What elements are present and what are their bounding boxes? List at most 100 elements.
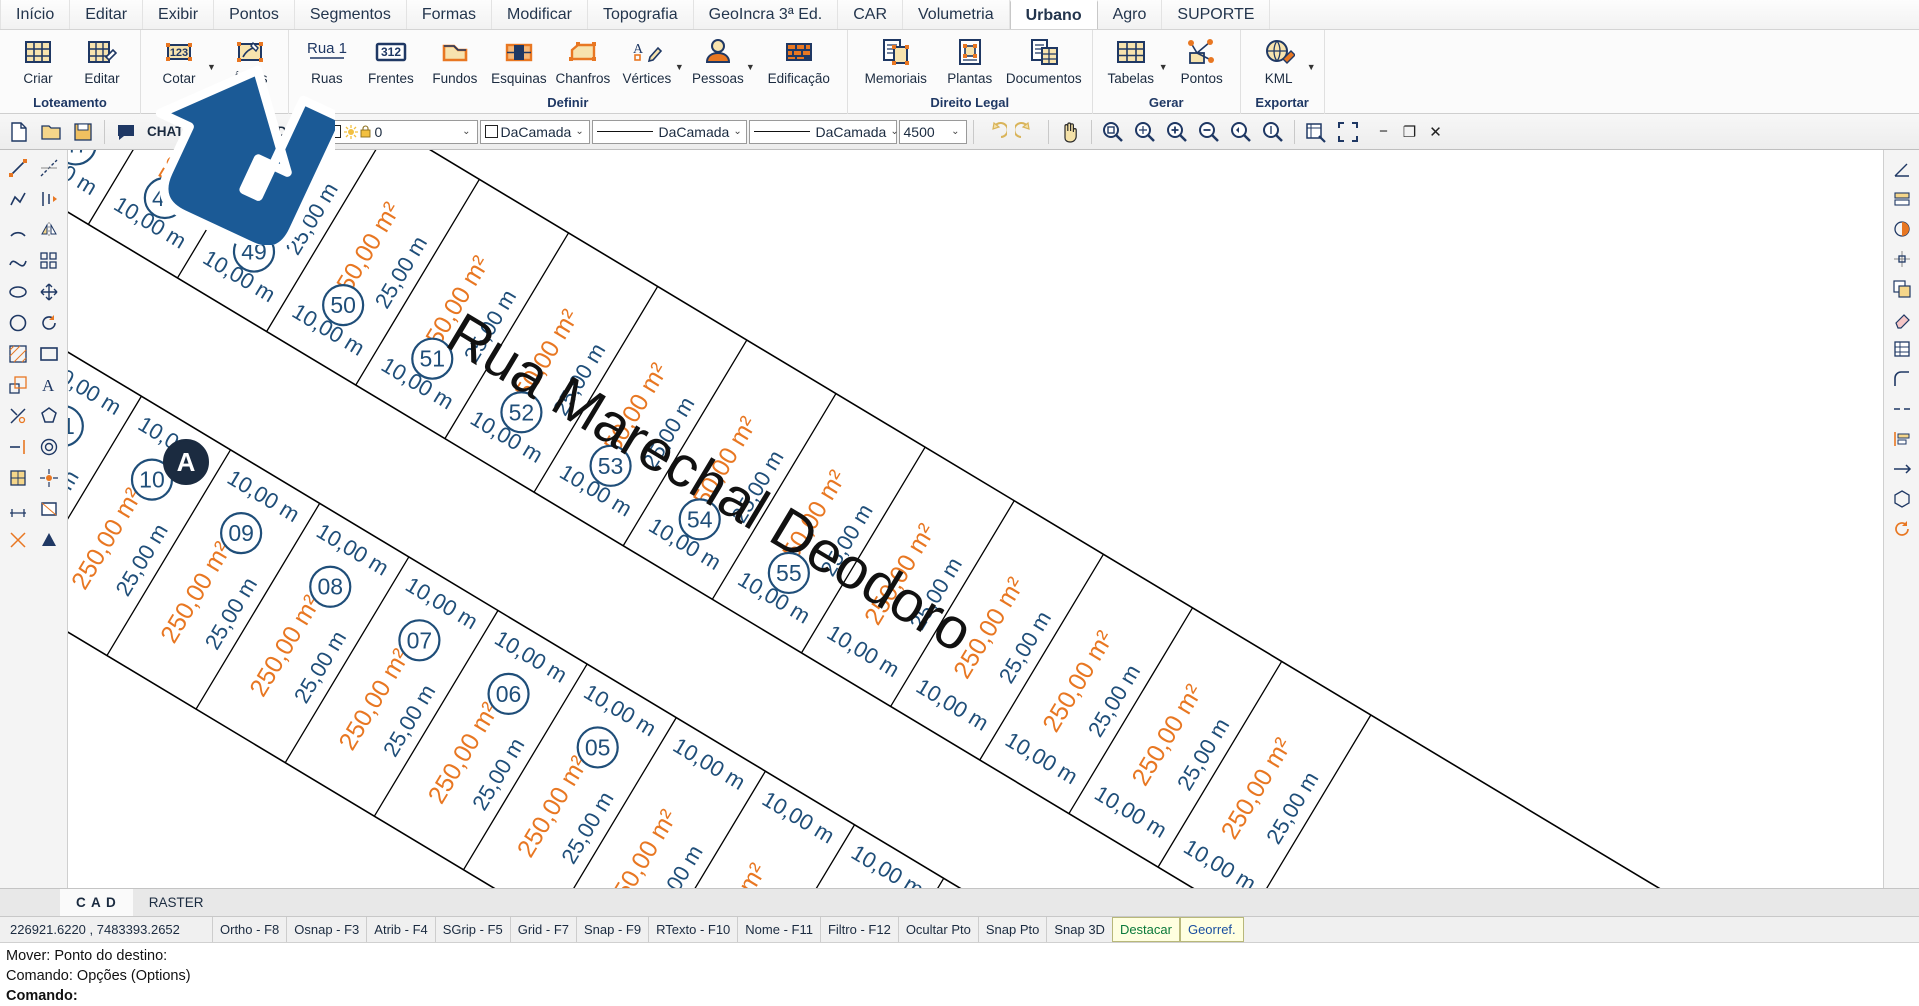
scale-tool-icon[interactable] [2, 369, 33, 400]
menu-tab-geoincra-3-ed[interactable]: GeoIncra 3ª Ed. [694, 0, 839, 29]
region-tool-icon[interactable] [33, 493, 64, 524]
rectangle-tool-icon[interactable] [33, 338, 64, 369]
circle-tool-icon[interactable] [2, 307, 33, 338]
menu-tab-topografia[interactable]: Topografia [588, 0, 694, 29]
restore-button[interactable]: ❐ [1397, 119, 1423, 145]
menu-tab-volumetria[interactable]: Volumetria [903, 0, 1010, 29]
chevron-down-icon[interactable]: ⌄ [947, 126, 963, 137]
status-toggle-rtexto-f10[interactable]: RTexto - F10 [648, 917, 737, 942]
lineweight-combo[interactable]: DaCamada ⌄ [748, 119, 899, 144]
pan-hand-icon[interactable] [1055, 117, 1085, 147]
status-toggle-ocultar-pto[interactable]: Ocultar Pto [897, 917, 978, 942]
array-tool-icon[interactable] [33, 245, 64, 276]
ellipse-tool-icon[interactable] [2, 276, 33, 307]
status-toggle-snap-f9[interactable]: Snap - F9 [576, 917, 648, 942]
ribbon-button-plantas[interactable]: Plantas [938, 30, 1002, 86]
ribbon-button-edificação[interactable]: Edificação [757, 30, 841, 86]
view-properties-icon[interactable] [1301, 117, 1331, 147]
refresh-view-icon[interactable] [1887, 514, 1917, 544]
extend-tool-icon[interactable] [2, 431, 33, 462]
cad-drawing-canvas[interactable]: 250,00 m²10,00 m25,00 m44250,00 m²10,00 … [68, 150, 1883, 895]
zoom-previous-icon[interactable] [1226, 117, 1256, 147]
ribbon-button-documentos[interactable]: Documentos [1002, 30, 1086, 86]
fullscreen-icon[interactable] [1333, 117, 1363, 147]
block-tool-icon[interactable] [2, 462, 33, 493]
hatch-tool-icon[interactable] [2, 338, 33, 369]
menu-tab-agro[interactable]: Agro [1098, 0, 1163, 29]
status-toggle-atrib-f4[interactable]: Atrib - F4 [366, 917, 434, 942]
rotate-tool-icon[interactable] [33, 307, 64, 338]
ribbon-button-áreas[interactable]: Áreas [218, 30, 282, 86]
undo-icon[interactable] [980, 117, 1010, 147]
erase-object-icon[interactable] [1887, 304, 1917, 334]
color-combo[interactable]: DaCamada ⌄ [479, 119, 590, 144]
zoom-out-icon[interactable] [1194, 117, 1224, 147]
offset-tool-icon[interactable] [33, 183, 64, 214]
zoom-extents-icon[interactable] [1130, 117, 1160, 147]
zoom-in-icon[interactable] [1162, 117, 1192, 147]
ribbon-button-memoriais[interactable]: Memoriais [854, 30, 938, 86]
3d-view-icon[interactable] [1887, 484, 1917, 514]
properties-panel-icon[interactable] [1887, 334, 1917, 364]
copy-object-icon[interactable] [1887, 274, 1917, 304]
ribbon-button-chanfros[interactable]: Chanfros [551, 30, 615, 86]
dimension-linear-icon[interactable] [2, 493, 33, 524]
status-toggle-sgrip-f5[interactable]: SGrip - F5 [434, 917, 510, 942]
arc-tool-icon[interactable] [2, 214, 33, 245]
zoom-realtime-icon[interactable] [1258, 117, 1288, 147]
measure-angle-icon[interactable] [1887, 154, 1917, 184]
layers-label[interactable]: CAMADAS [233, 124, 310, 139]
menu-tab-in-cio[interactable]: Início [0, 0, 71, 29]
chat-bubble-icon[interactable] [111, 117, 141, 147]
chevron-down-icon[interactable]: ⌄ [458, 126, 474, 137]
ribbon-button-frentes[interactable]: 312 Frentes [359, 30, 423, 86]
ribbon-button-cotar[interactable]: 123 Cotar [147, 30, 211, 86]
line-tool-icon[interactable] [2, 152, 33, 183]
point-style-icon[interactable] [33, 462, 64, 493]
menu-tab-exibir[interactable]: Exibir [143, 0, 215, 29]
status-toggle-nome-f11[interactable]: Nome - F11 [737, 917, 820, 942]
chevron-down-icon[interactable]: ⌄ [729, 126, 745, 137]
explode-tool-icon[interactable] [2, 524, 33, 555]
ribbon-button-esquinas[interactable]: Esquinas [487, 30, 551, 86]
mirror-tool-icon[interactable] [33, 214, 64, 245]
trim-tool-icon[interactable] [2, 400, 33, 431]
ribbon-button-fundos[interactable]: Fundos [423, 30, 487, 86]
solid-fill-icon[interactable] [33, 524, 64, 555]
redo-icon[interactable] [1012, 117, 1042, 147]
close-button[interactable]: ✕ [1423, 119, 1449, 145]
command-line-area[interactable]: Mover: Ponto do destino: Comando: Opções … [0, 942, 1919, 1006]
menu-tab-suporte[interactable]: SUPORTE [1162, 0, 1271, 29]
ribbon-button-pontos[interactable]: Pontos [1170, 30, 1234, 86]
menu-tab-editar[interactable]: Editar [70, 0, 144, 29]
move-tool-icon[interactable] [33, 276, 64, 307]
layers-stack-icon[interactable] [201, 117, 231, 147]
canvas-tab-raster[interactable]: RASTER [133, 889, 220, 916]
donut-tool-icon[interactable] [33, 431, 64, 462]
layer-combo[interactable]: 0 ⌄ [322, 119, 478, 144]
ribbon-button-kml[interactable]: KML [1247, 30, 1311, 86]
zoom-window-icon[interactable] [1098, 117, 1128, 147]
chevron-down-icon[interactable]: ▼ [1307, 62, 1316, 72]
polygon-tool-icon[interactable] [33, 400, 64, 431]
menu-tab-pontos[interactable]: Pontos [214, 0, 295, 29]
chevron-down-icon[interactable]: ▼ [746, 62, 755, 72]
polyline-tool-icon[interactable] [2, 183, 33, 214]
construction-line-icon[interactable] [33, 152, 64, 183]
status-toggle-georref[interactable]: Georref. [1179, 917, 1244, 942]
canvas-tab-cad[interactable]: C A D [60, 889, 133, 916]
status-toggle-snap-pto[interactable]: Snap Pto [977, 917, 1047, 942]
stretch-tool-icon[interactable] [1887, 454, 1917, 484]
new-file-icon[interactable] [4, 117, 34, 147]
ribbon-button-ruas[interactable]: Rua 1 Ruas [295, 30, 359, 86]
status-toggle-snap-3d[interactable]: Snap 3D [1046, 917, 1112, 942]
menu-tab-segmentos[interactable]: Segmentos [295, 0, 407, 29]
menu-tab-car[interactable]: CAR [838, 0, 903, 29]
ribbon-button-vértices[interactable]: A Vértices [615, 30, 679, 86]
linetype-combo[interactable]: DaCamada ⌄ [591, 119, 747, 144]
layer-properties-icon[interactable] [1887, 184, 1917, 214]
snap-settings-icon[interactable] [1887, 244, 1917, 274]
status-toggle-filtro-f12[interactable]: Filtro - F12 [819, 917, 898, 942]
ribbon-button-editar[interactable]: Editar [70, 30, 134, 86]
align-tool-icon[interactable] [1887, 424, 1917, 454]
